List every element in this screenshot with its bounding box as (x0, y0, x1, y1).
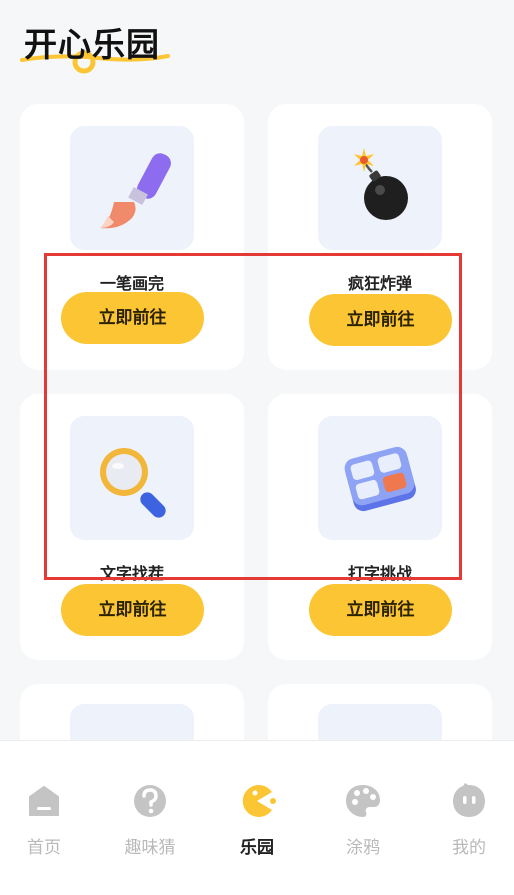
highlight-box (44, 253, 462, 580)
tab-mine[interactable]: 我的 (421, 781, 514, 861)
pacman-icon (242, 785, 276, 817)
home-icon (29, 786, 59, 816)
game-tile (70, 126, 194, 250)
bomb-icon (354, 148, 408, 220)
question-icon (134, 785, 166, 817)
tab-label: 乐园 (240, 838, 274, 858)
bottom-tab-bar: 首页 趣味猜 乐园 涂鸦 我的 (0, 740, 514, 895)
paintbrush-icon (100, 153, 171, 229)
tab-home[interactable]: 首页 (0, 781, 92, 861)
header: 开心乐园 (0, 0, 514, 100)
tab-doodle[interactable]: 涂鸦 (315, 781, 411, 861)
face-icon (453, 783, 485, 817)
palette-icon (346, 785, 380, 817)
tab-label: 趣味猜 (124, 838, 176, 858)
tab-label: 我的 (452, 838, 486, 858)
go-button[interactable]: 立即前往 (61, 584, 204, 636)
tab-label: 涂鸦 (346, 838, 380, 858)
tab-paradise[interactable]: 乐园 (209, 781, 305, 861)
game-tile (318, 126, 442, 250)
page-title: 开心乐园 (24, 25, 160, 64)
tab-fun-guess[interactable]: 趣味猜 (102, 781, 198, 861)
tab-label: 首页 (27, 838, 61, 858)
go-button[interactable]: 立即前往 (309, 584, 452, 636)
